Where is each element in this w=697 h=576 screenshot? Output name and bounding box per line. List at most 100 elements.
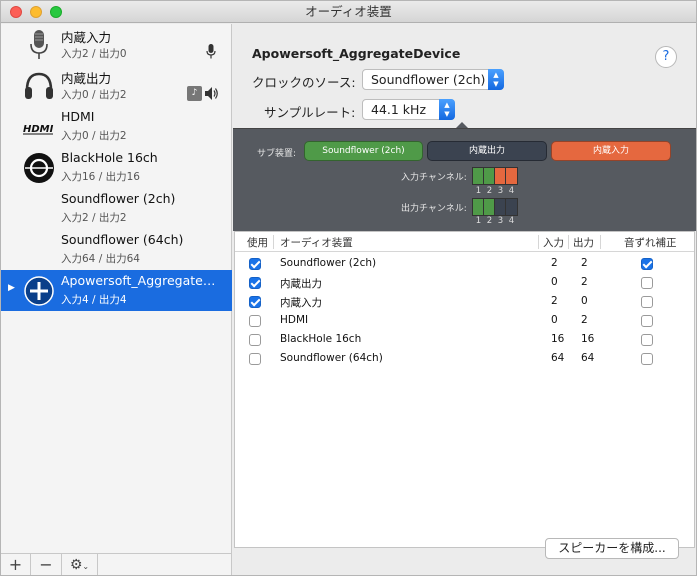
- row-output-count: 16: [581, 333, 595, 345]
- subdevice-chip-soundflower[interactable]: Soundflower (2ch): [304, 141, 423, 161]
- row-device-name: HDMI: [280, 314, 309, 326]
- drift-correction-checkbox[interactable]: [641, 315, 653, 327]
- row-output-count: 2: [581, 314, 588, 326]
- use-checkbox[interactable]: [249, 315, 261, 327]
- device-channels: 入力0 / 出力2: [61, 89, 127, 101]
- device-name: Apowersoft_Aggregate…: [61, 273, 216, 288]
- row-output-count: 2: [581, 257, 588, 269]
- device-channels: 入力0 / 出力2: [61, 130, 127, 142]
- table-row[interactable]: BlackHole 16ch 16 16: [235, 330, 694, 349]
- popup-stepper-icon: ▲ ▼: [488, 69, 504, 90]
- default-output-speaker-icon: [205, 87, 218, 100]
- device-title: Apowersoft_AggregateDevice: [252, 46, 461, 61]
- configure-speakers-button[interactable]: スピーカーを構成...: [545, 538, 679, 559]
- device-item-soundflower-2ch[interactable]: Soundflower (2ch) 入力2 / 出力2: [1, 188, 232, 229]
- use-checkbox[interactable]: [249, 296, 261, 308]
- drift-correction-checkbox[interactable]: [641, 277, 653, 289]
- help-button[interactable]: ?: [655, 46, 677, 68]
- row-device-name: Soundflower (2ch): [280, 257, 377, 269]
- device-channels: 入力2 / 出力2: [61, 212, 127, 224]
- zoom-window-button[interactable]: [50, 6, 62, 18]
- blackhole-icon: [24, 153, 54, 183]
- subdevice-label: サブ装置:: [257, 149, 297, 159]
- row-input-count: 16: [551, 333, 565, 345]
- drift-correction-checkbox[interactable]: [641, 353, 653, 365]
- subdevice-chip-builtin-input[interactable]: 内蔵入力: [551, 141, 671, 161]
- row-device-name: 内蔵出力: [280, 278, 322, 290]
- disclosure-triangle-icon[interactable]: ▶: [8, 283, 15, 293]
- row-input-count: 2: [551, 257, 558, 269]
- device-name: 内蔵出力: [61, 71, 112, 86]
- device-channels: 入力16 / 出力16: [61, 171, 140, 183]
- use-checkbox[interactable]: [249, 353, 261, 365]
- close-window-button[interactable]: [10, 6, 22, 18]
- col-output[interactable]: 出力: [573, 235, 594, 250]
- device-item-hdmi[interactable]: HDMI HDMI 入力0 / 出力2: [1, 106, 232, 147]
- device-channels: 入力4 / 出力4: [61, 294, 127, 306]
- output-channel-numbers: 1234: [475, 216, 515, 226]
- input-channel-map: [472, 167, 518, 185]
- input-channel-numbers: 1234: [475, 186, 515, 196]
- col-use[interactable]: 使用: [247, 235, 268, 250]
- drift-correction-checkbox[interactable]: [641, 258, 653, 270]
- chevron-down-icon: ⌄: [82, 562, 90, 571]
- table-row[interactable]: Soundflower (64ch) 64 64: [235, 349, 694, 368]
- sample-rate-label: サンプルレート:: [264, 105, 356, 120]
- hdmi-logo-icon: HDMI: [23, 124, 54, 135]
- sample-rate-popup[interactable]: 44.1 kHz ▲ ▼: [362, 99, 455, 120]
- use-checkbox[interactable]: [249, 258, 261, 270]
- default-input-mic-icon: [206, 44, 216, 59]
- row-device-name: Soundflower (64ch): [280, 352, 383, 364]
- table-row[interactable]: 内蔵入力 2 0: [235, 292, 694, 311]
- col-device[interactable]: オーディオ装置: [280, 235, 353, 250]
- device-item-builtin-input[interactable]: 内蔵入力 入力2 / 出力0: [1, 24, 232, 65]
- row-output-count: 2: [581, 276, 588, 288]
- row-input-count: 2: [551, 295, 558, 307]
- use-checkbox[interactable]: [249, 334, 261, 346]
- drift-correction-checkbox[interactable]: [641, 334, 653, 346]
- add-device-button[interactable]: +: [1, 554, 31, 575]
- sample-rate-value: 44.1 kHz: [371, 102, 427, 117]
- gear-menu-button[interactable]: ⚙⌄: [62, 554, 98, 575]
- aggregate-plus-icon: [24, 276, 54, 306]
- output-channels-label: 出力チャンネル:: [401, 204, 467, 214]
- device-channels: 入力2 / 出力0: [61, 48, 127, 60]
- window-title: オーディオ装置: [305, 4, 392, 19]
- subdevice-panel: サブ装置: Soundflower (2ch) 内蔵出力 内蔵入力 入力チャンネ…: [233, 128, 696, 231]
- remove-device-button[interactable]: −: [31, 554, 62, 575]
- row-device-name: BlackHole 16ch: [280, 333, 362, 345]
- col-drift[interactable]: 音ずれ補正: [624, 235, 677, 250]
- drift-correction-checkbox[interactable]: [641, 296, 653, 308]
- clock-source-label: クロックのソース:: [252, 75, 356, 90]
- device-item-soundflower-64ch[interactable]: Soundflower (64ch) 入力64 / 出力64: [1, 229, 232, 270]
- popup-stepper-icon: ▲ ▼: [439, 99, 455, 120]
- microphone-icon: [30, 30, 48, 59]
- device-detail-pane: Apowersoft_AggregateDevice ? クロックのソース: S…: [233, 24, 696, 575]
- minimize-window-button[interactable]: [30, 6, 42, 18]
- clock-source-value: Soundflower (2ch): [371, 72, 486, 87]
- svg-text:HDMI: HDMI: [23, 124, 54, 135]
- row-input-count: 0: [551, 314, 558, 326]
- subdevice-chip-builtin-output[interactable]: 内蔵出力: [427, 141, 547, 161]
- use-checkbox[interactable]: [249, 277, 261, 289]
- input-channels-label: 入力チャンネル:: [401, 173, 467, 183]
- col-input[interactable]: 入力: [543, 235, 564, 250]
- device-name: Soundflower (64ch): [61, 232, 184, 247]
- clock-source-popup[interactable]: Soundflower (2ch) ▲ ▼: [362, 69, 504, 90]
- device-name: BlackHole 16ch: [61, 150, 158, 165]
- device-list-sidebar: 内蔵入力 入力2 / 出力0 内蔵出力 入力0 / 出力2 ♪ HDMI HDM…: [1, 24, 232, 553]
- headphones-icon: [25, 72, 53, 99]
- subdevice-table: 使用 オーディオ装置 入力 出力 音ずれ補正 Soundflower (2ch)…: [234, 231, 695, 548]
- table-row[interactable]: Soundflower (2ch) 2 2: [235, 254, 694, 273]
- audio-devices-window: オーディオ装置 内蔵入力 入力2 / 出力0 内蔵出力 入力0 / 出力2 ♪ …: [0, 0, 697, 576]
- device-name: 内蔵入力: [61, 30, 112, 45]
- device-item-aggregate[interactable]: ▶ Apowersoft_Aggregate… 入力4 / 出力4: [1, 270, 232, 311]
- device-name: HDMI: [61, 109, 95, 124]
- device-item-builtin-output[interactable]: 内蔵出力 入力0 / 出力2 ♪: [1, 65, 232, 106]
- row-input-count: 0: [551, 276, 558, 288]
- device-name: Soundflower (2ch): [61, 191, 176, 206]
- sidebar-toolbar: + − ⚙⌄: [1, 553, 232, 575]
- device-item-blackhole[interactable]: BlackHole 16ch 入力16 / 出力16: [1, 147, 232, 188]
- table-row[interactable]: 内蔵出力 0 2: [235, 273, 694, 292]
- table-row[interactable]: HDMI 0 2: [235, 311, 694, 330]
